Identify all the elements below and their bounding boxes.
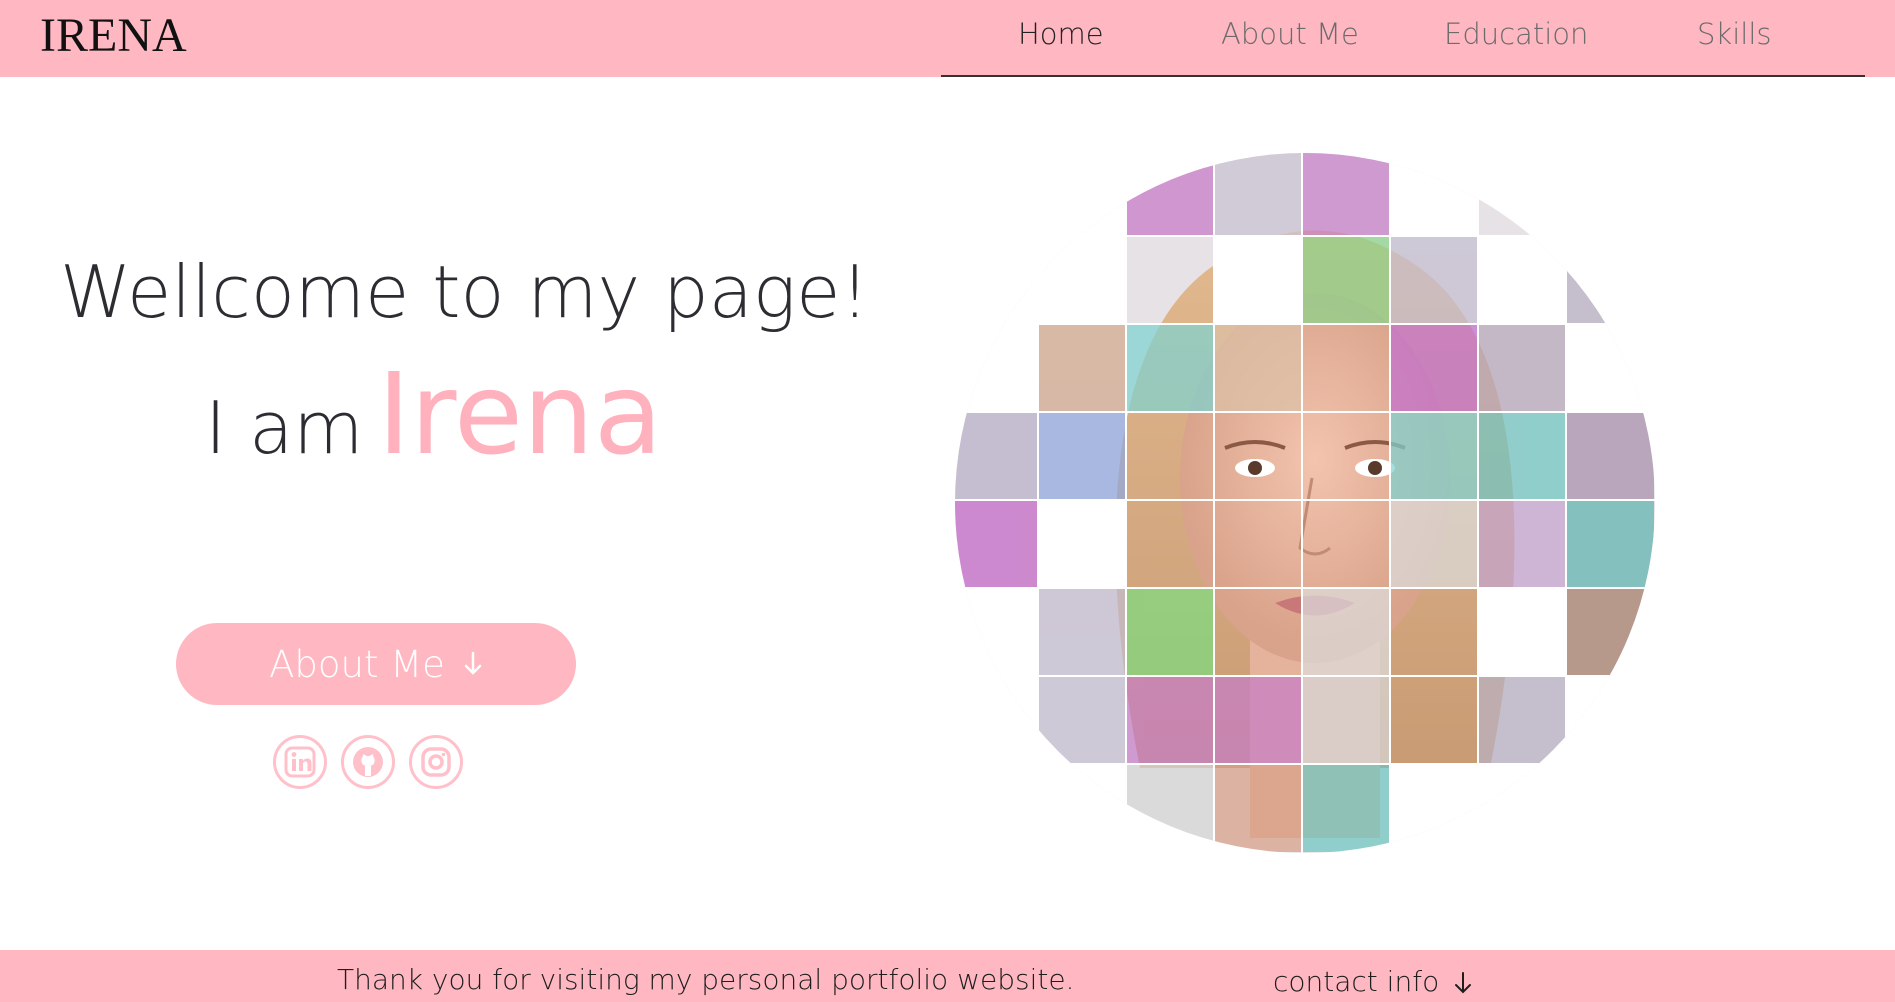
- arrow-down-icon: [463, 643, 483, 686]
- hero-name: Irena: [377, 350, 663, 480]
- nav-item-about-me[interactable]: About Me: [1221, 17, 1359, 51]
- nav-item-education[interactable]: Education: [1444, 17, 1588, 51]
- footer-message: Thank you for visiting my personal portf…: [337, 963, 1075, 996]
- portrait-mosaic: [950, 148, 1660, 862]
- hero-intro-line: I am Irena: [205, 350, 663, 480]
- top-navigation-bar: IRENA Home About Me Education Skills: [0, 0, 1895, 77]
- site-logo[interactable]: IRENA: [40, 8, 187, 63]
- contact-info-label: contact info: [1273, 965, 1440, 998]
- footer-bar: Thank you for visiting my personal portf…: [0, 950, 1895, 1002]
- about-me-button[interactable]: About Me: [176, 623, 576, 705]
- nav-item-home[interactable]: Home: [1018, 17, 1104, 51]
- arrow-down-icon: [1448, 965, 1472, 998]
- nav-item-skills[interactable]: Skills: [1697, 17, 1771, 51]
- linkedin-icon[interactable]: [273, 735, 327, 789]
- hero-intro-text: I am: [205, 386, 364, 470]
- about-me-button-label: About Me: [269, 642, 445, 686]
- instagram-icon[interactable]: [409, 735, 463, 789]
- github-icon[interactable]: [341, 735, 395, 789]
- hero-greeting: Wellcome to my page!: [60, 250, 870, 334]
- main-nav: Home About Me Education Skills: [941, 0, 1865, 77]
- contact-info-link[interactable]: contact info: [1273, 965, 1472, 998]
- social-links: [273, 735, 463, 789]
- portrait-image: [955, 153, 1655, 853]
